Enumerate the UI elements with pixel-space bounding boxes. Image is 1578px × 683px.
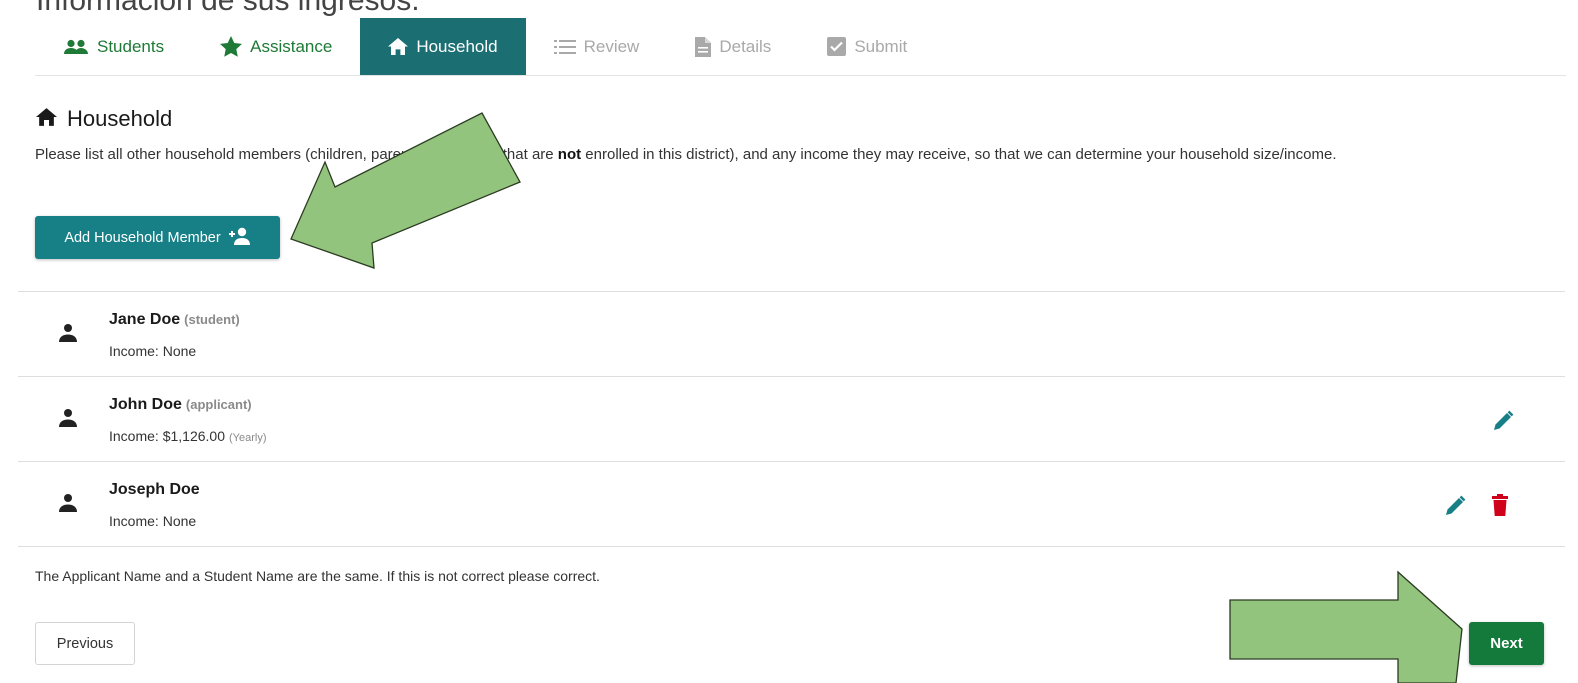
add-person-icon <box>227 227 251 249</box>
tab-assistance[interactable]: Assistance <box>192 18 360 75</box>
desc-emphasis: not <box>557 146 582 163</box>
tab-label: Details <box>719 36 772 56</box>
desc-text: Please list all other household members … <box>35 146 558 163</box>
trash-icon[interactable] <box>1492 494 1508 521</box>
tab-household[interactable]: Household <box>360 18 526 75</box>
income-period: (Yearly) <box>229 432 267 444</box>
income-label: Income: <box>109 513 159 529</box>
member-name: Jane Doe <box>109 311 181 328</box>
member-income-line: Income: None <box>109 513 196 529</box>
tab-students[interactable]: Students <box>35 18 192 75</box>
section-description: Please list all other household members … <box>35 145 1515 165</box>
member-income-line: Income: None <box>109 343 196 359</box>
previous-button[interactable]: Previous <box>35 622 135 665</box>
income-label: Income: <box>109 343 159 359</box>
tab-label: Household <box>416 36 498 56</box>
tab-label: Assistance <box>250 36 333 56</box>
tab-review[interactable]: Review <box>526 18 668 75</box>
annotation-arrow-left <box>290 112 521 269</box>
desc-text-rest: enrolled in this district), and any inco… <box>581 146 1337 163</box>
member-name: Joseph Doe <box>109 481 200 498</box>
member-income-line: Income: $1,126.00 (Yearly) <box>109 428 267 444</box>
income-value: None <box>162 513 197 529</box>
list-icon <box>553 39 576 55</box>
top-caption: Información de sus ingresos. <box>36 0 420 17</box>
person-icon <box>58 408 78 433</box>
tab-details[interactable]: Details <box>667 18 799 75</box>
tab-submit[interactable]: Submit <box>799 18 935 75</box>
tab-label: Submit <box>854 36 908 56</box>
edit-icon[interactable] <box>1492 410 1514 437</box>
member-name-line: John Doe (applicant) <box>109 396 252 414</box>
member-row: Jane Doe (student) Income: None <box>18 291 1565 376</box>
tab-label: Review <box>583 36 640 56</box>
wizard-tabs: Students Assistance Household Review Det… <box>35 18 1566 76</box>
person-icon <box>58 323 78 348</box>
income-value: None <box>162 343 197 359</box>
add-button-label: Add Household Member <box>64 229 221 246</box>
star-icon <box>220 36 243 57</box>
home-icon <box>388 38 409 55</box>
section-title: Household <box>67 106 173 131</box>
tab-label: Students <box>97 36 165 56</box>
same-name-warning: The Applicant Name and a Student Name ar… <box>35 568 600 584</box>
member-name: John Doe <box>109 396 182 413</box>
income-label: Income: <box>109 428 159 444</box>
member-row: Joseph Doe Income: None <box>18 461 1565 547</box>
section-header: Household <box>36 106 172 132</box>
income-value: $1,126.00 <box>162 428 225 444</box>
member-role: (applicant) <box>185 397 252 412</box>
person-icon <box>58 493 78 518</box>
edit-icon[interactable] <box>1444 495 1466 522</box>
next-button[interactable]: Next <box>1469 622 1544 665</box>
member-row: John Doe (applicant) Income: $1,126.00 (Ye… <box>18 376 1565 461</box>
member-name-line: Joseph Doe <box>109 481 200 499</box>
document-icon <box>695 36 712 57</box>
household-members-list: Jane Doe (student) Income: None John Doe(… <box>18 291 1565 547</box>
add-household-member-button[interactable]: Add Household Member <box>35 216 280 259</box>
home-icon <box>36 106 57 132</box>
checkbox-icon <box>827 37 847 56</box>
member-name-line: Jane Doe (student) <box>109 311 240 329</box>
member-role: (student) <box>184 312 240 327</box>
people-icon <box>63 39 89 55</box>
annotation-arrow-right <box>1229 570 1463 683</box>
